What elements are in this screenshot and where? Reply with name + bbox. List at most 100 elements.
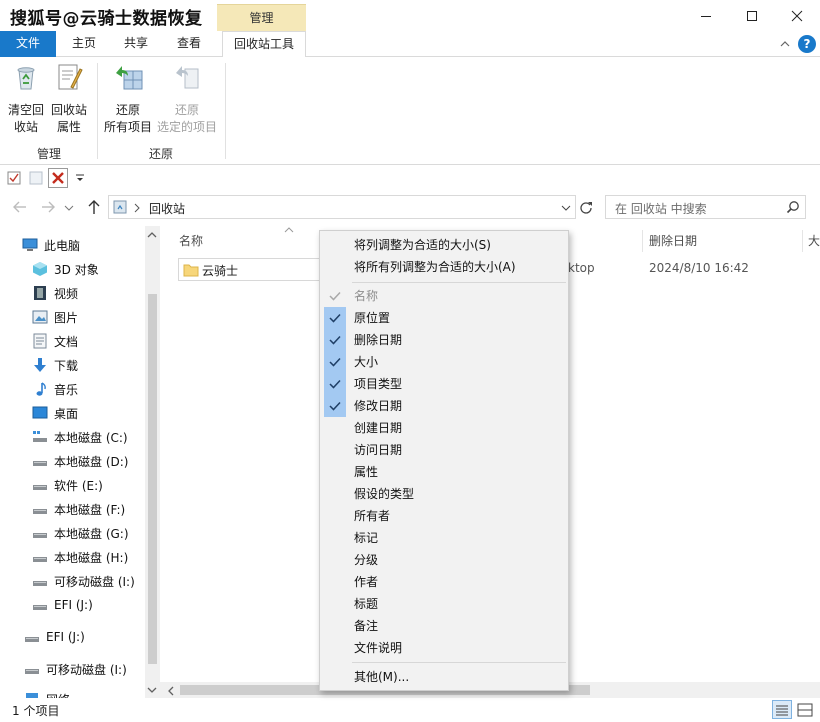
nav-scroll-down-button[interactable] [146,684,158,698]
help-button[interactable]: ? [798,35,816,53]
menu-column-item[interactable]: 所有者 [320,505,568,527]
menu-column-item[interactable]: 大小 [320,351,568,373]
tab-view[interactable]: 查看 [169,31,209,57]
refresh-button[interactable] [578,199,594,215]
details-view-button[interactable] [772,700,792,719]
nav-documents[interactable]: 文档 [32,329,160,353]
menu-column-item[interactable]: 文件说明 [320,637,568,659]
menu-column-item[interactable]: 删除日期 [320,329,568,351]
forward-button[interactable] [40,200,56,217]
menu-item-label: 作者 [354,575,379,589]
menu-column-item[interactable]: 访问日期 [320,439,568,461]
column-divider [802,230,803,252]
menu-column-item[interactable]: 创建日期 [320,417,568,439]
nav-desktop[interactable]: 桌面 [32,401,160,425]
cube-icon [33,262,47,276]
recent-locations-button[interactable] [64,202,74,216]
menu-column-item[interactable]: 备注 [320,615,568,637]
menu-column-item[interactable]: 标记 [320,527,568,549]
back-button[interactable] [12,200,28,217]
arrow-left-icon [13,201,26,213]
menu-column-item[interactable]: 修改日期 [320,395,568,417]
menu-more-columns[interactable]: 其他(M)... [320,666,568,688]
close-button[interactable] [774,0,820,31]
nav-drive-d[interactable]: 本地磁盘 (D:) [32,449,160,473]
tab-share[interactable]: 共享 [116,31,156,57]
recycle-bin-properties-button[interactable]: 回收站 属性 [48,61,90,136]
menu-column-item[interactable]: 分级 [320,549,568,571]
qat-delete-button[interactable] [48,168,68,188]
menu-item-label: 项目类型 [354,377,403,391]
menu-item-label: 名称 [354,289,379,303]
tab-recycle-bin-tools[interactable]: 回收站工具 [222,31,306,58]
menu-column-item[interactable]: 项目类型 [320,373,568,395]
nav-label: 3D 对象 [54,262,99,277]
nav-scroll-thumb[interactable] [148,294,157,664]
nav-this-pc[interactable]: 此电脑 [22,233,160,257]
restore-selected-button[interactable]: 还原 选定的项目 [155,61,219,136]
nav-efi-j-root[interactable]: EFI (J:) [24,625,160,649]
hard-drive-icon [33,533,47,538]
nav-drive-c[interactable]: 本地磁盘 (C:) [32,425,160,449]
dropdown-arrow-icon [76,174,84,181]
menu-size-column-to-fit[interactable]: 将列调整为合适的大小(S) [320,234,568,256]
empty-recycle-bin-button[interactable]: 清空回 收站 [5,61,47,136]
file-name-cell[interactable]: 云骑士 [178,258,338,281]
restore-selected-label-1: 还原 [174,103,199,117]
nav-scroll-up-button[interactable] [146,229,158,243]
menu-column-item[interactable]: 属性 [320,461,568,483]
maximize-button[interactable] [729,0,775,31]
menu-item-label: 大小 [354,355,379,369]
status-bar: 1 个项目 [0,698,820,722]
column-header-deleted-date[interactable]: 删除日期 [649,229,799,253]
nav-pictures[interactable]: 图片 [32,305,160,329]
nav-label: 文档 [54,334,79,349]
checkmark-icon [324,307,346,329]
tab-file[interactable]: 文件 [0,31,56,57]
nav-drive-f[interactable]: 本地磁盘 (F:) [32,497,160,521]
nav-label: 图片 [54,310,79,325]
column-header-size[interactable]: 大 [808,229,820,253]
scroll-left-button[interactable] [166,685,176,699]
nav-removable-i-root[interactable]: 可移动磁盘 (I:) [24,657,160,681]
nav-removable-i[interactable]: 可移动磁盘 (I:) [32,569,160,593]
minimize-button[interactable] [683,0,729,31]
address-bar[interactable]: 回收站 [108,195,576,219]
nav-music[interactable]: 音乐 [32,377,160,401]
hard-drive-icon [33,605,47,610]
menu-column-item[interactable]: 作者 [320,571,568,593]
tab-home[interactable]: 主页 [64,31,104,57]
menu-size-all-columns-to-fit[interactable]: 将所有列调整为合适的大小(A) [320,256,568,278]
large-icons-view-button[interactable] [796,701,814,719]
nav-videos[interactable]: 视频 [32,281,160,305]
search-box[interactable]: 在 回收站 中搜索 [605,195,806,219]
nav-network[interactable]: 网络 [24,687,160,698]
context-tab-header: 管理 [217,4,306,31]
nav-label: 此电脑 [44,238,81,253]
menu-column-item[interactable]: 标题 [320,593,568,615]
ribbon-separator [97,63,98,159]
qat-properties-button[interactable] [6,170,22,186]
restore-all-button[interactable]: 还原 所有项目 [101,61,155,136]
nav-downloads[interactable]: 下载 [32,353,160,377]
nav-drive-h[interactable]: 本地磁盘 (H:) [32,545,160,569]
chevron-down-icon[interactable] [561,203,571,213]
menu-item-label: 原位置 [354,311,391,325]
menu-item-label: 创建日期 [354,421,403,435]
menu-column-item[interactable]: 假设的类型 [320,483,568,505]
chevron-down-icon [147,687,157,693]
qat-new-folder-button[interactable] [28,170,44,186]
nav-efi-j[interactable]: EFI (J:) [32,593,160,617]
nav-label: 下载 [54,358,79,373]
menu-column-item[interactable]: 原位置 [320,307,568,329]
menu-item-label: 其他(M)... [354,670,410,684]
file-deleted-date: 2024/8/10 16:42 [649,261,749,275]
collapse-ribbon-button[interactable] [778,37,792,51]
nav-label: EFI (J:) [46,630,85,644]
nav-drive-g[interactable]: 本地磁盘 (G:) [32,521,160,545]
qat-customize-button[interactable] [74,172,86,184]
removable-drive-icon [25,669,39,674]
up-button[interactable] [86,199,102,218]
nav-drive-e[interactable]: 软件 (E:) [32,473,160,497]
nav-3d-objects[interactable]: 3D 对象 [32,257,160,281]
